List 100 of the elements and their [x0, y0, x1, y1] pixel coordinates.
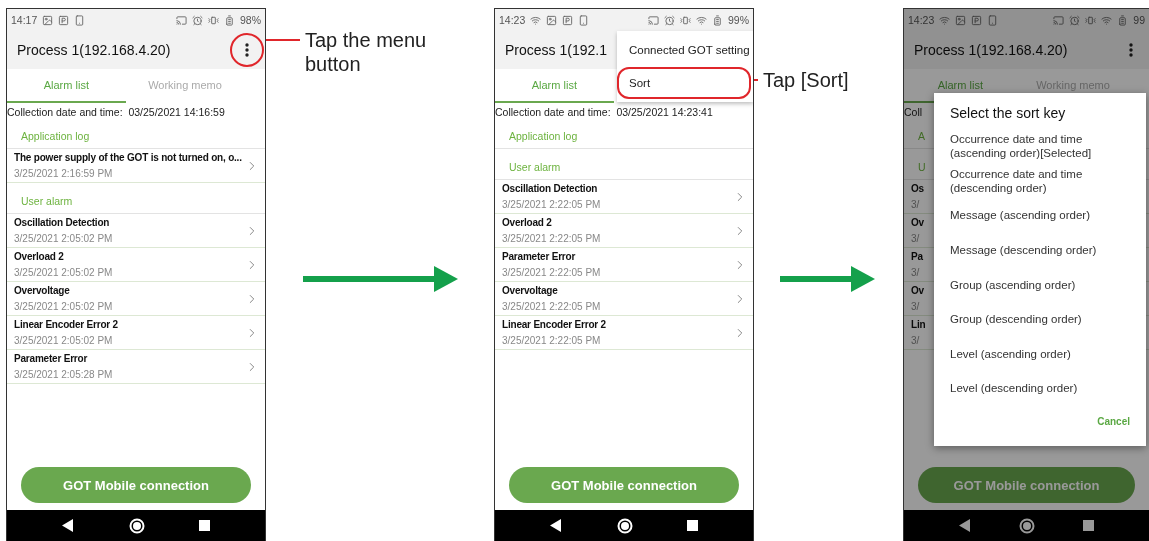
back-icon[interactable] — [62, 519, 74, 532]
more-icon — [245, 43, 249, 57]
collection-time: Coll — [904, 105, 923, 118]
menu-item[interactable]: Connected GOT setting — [617, 34, 751, 66]
sort-option[interactable]: Group (ascending order) — [950, 277, 1076, 292]
section-heading: User alarm — [7, 183, 265, 214]
home-icon[interactable] — [128, 517, 145, 534]
alarm-date: 3/25/2021 2:05:28 PM — [14, 369, 113, 380]
alarm-date: 3/ — [911, 267, 920, 278]
alarm-title: Ov — [911, 285, 924, 296]
alarm-row[interactable]: Oscillation Detection 3/25/2021 2:05:02 PM — [7, 214, 265, 248]
sort-option[interactable]: Level (descending order) — [950, 381, 1078, 396]
alarm-date: 3/25/2021 2:05:02 PM — [14, 335, 113, 346]
battery-level: 99% — [728, 14, 749, 26]
image-icon — [955, 14, 967, 26]
alarm-title: Linear Encoder Error 2 — [502, 319, 606, 330]
status-time: 14:17 — [11, 14, 38, 26]
sort-option[interactable]: Level (ascending order) — [950, 346, 1071, 361]
alarm-row[interactable]: Parameter Error 3/25/2021 2:22:05 PM — [495, 248, 753, 282]
alarm-date: 3/25/2021 2:22:05 PM — [502, 267, 601, 278]
battery-level: 99 — [1133, 14, 1145, 26]
callout-text: Tap the menu button — [305, 28, 428, 76]
alarm-title: Oscillation Detection — [14, 217, 110, 228]
collection-time: Collection date and time: 03/25/2021 14:16:59 — [7, 105, 225, 118]
alarm-icon — [664, 14, 675, 26]
sort-option[interactable]: Message (ascending order) — [950, 208, 1090, 223]
phone-icon — [74, 14, 86, 26]
alarm-date: 3/ — [911, 199, 920, 210]
alarm-title: Overvoltage — [14, 285, 70, 296]
alarm-date: 3/25/2021 2:22:05 PM — [502, 335, 601, 346]
status-time: 14:23 — [908, 14, 935, 26]
alarm-date: 3/25/2021 2:22:05 PM — [502, 301, 601, 312]
alarm-date: 3/ — [911, 335, 920, 346]
alarm-title: Oscillation Detection — [502, 183, 598, 194]
alarm-title: Parameter Error — [14, 353, 88, 364]
alarm-icon — [1069, 14, 1081, 26]
back-icon[interactable] — [959, 519, 971, 532]
home-icon[interactable] — [1019, 517, 1035, 534]
wifi-icon — [939, 14, 951, 26]
alarm-date: 3/25/2021 2:05:02 PM — [14, 301, 113, 312]
image-icon — [42, 14, 54, 26]
cast-icon — [648, 14, 659, 26]
alarm-row[interactable]: Overload 2 3/25/2021 2:05:02 PM — [7, 248, 265, 282]
alarm-title: Ov — [911, 217, 924, 228]
alarm-date: 3/25/2021 2:22:05 PM — [502, 233, 601, 244]
wifi-icon — [696, 14, 707, 26]
alarm-title: The power supply of the GOT is not turned on, o... — [14, 152, 242, 163]
phone-icon — [987, 14, 999, 26]
wifi-icon — [1101, 14, 1113, 26]
wifi-icon — [530, 14, 542, 26]
alarm-row[interactable]: Overvoltage 3/25/2021 2:22:05 PM — [495, 282, 753, 316]
alarm-title: Lin — [911, 319, 926, 330]
alarm-title: Overload 2 — [14, 251, 64, 262]
back-icon[interactable] — [550, 519, 562, 532]
alarm-row[interactable]: Overload 2 3/25/2021 2:22:05 PM — [495, 214, 753, 248]
phone-icon — [578, 14, 590, 26]
alarm-row[interactable]: Oscillation Detection 3/25/2021 2:22:05 PM — [495, 180, 753, 214]
parking-icon — [562, 14, 574, 26]
battery-icon — [1117, 14, 1129, 26]
battery-level: 98% — [240, 14, 261, 26]
leader-line — [266, 39, 300, 41]
alarm-date: 3/25/2021 2:16:59 PM — [14, 168, 113, 179]
alarm-row[interactable]: Parameter Error 3/25/2021 2:05:28 PM — [7, 350, 265, 384]
alarm-date: 3/25/2021 2:05:02 PM — [14, 233, 113, 244]
alarm-row[interactable]: Linear Encoder Error 2 3/25/2021 2:22:05 PM — [495, 316, 753, 350]
battery-icon — [224, 14, 235, 26]
callout-text: Tap [Sort] — [763, 68, 850, 92]
collection-time: Collection date and time: 03/25/2021 14:23:41 — [495, 105, 713, 118]
alarm-row[interactable]: Overvoltage 3/25/2021 2:05:02 PM — [7, 282, 265, 316]
alarm-title: Linear Encoder Error 2 — [14, 319, 118, 330]
vibrate-icon — [680, 14, 691, 26]
home-icon[interactable] — [616, 517, 633, 534]
screen-title: Process 1(192.168.4.20) — [17, 42, 171, 58]
status-time: 14:23 — [499, 14, 526, 26]
section-heading: Application log — [495, 118, 753, 149]
screen-title: Process 1(192.1 — [505, 42, 607, 58]
parking-icon — [58, 14, 70, 26]
sort-option[interactable]: Message (descending order) — [950, 243, 1097, 258]
alarm-row[interactable]: The power supply of the GOT is not turned on, o... 3/25/2021 2:16:59 PM — [7, 149, 265, 183]
vibrate-icon — [208, 14, 219, 26]
sort-option[interactable]: Group (descending order) — [950, 312, 1082, 327]
alarm-title: Overload 2 — [502, 217, 552, 228]
alarm-date: 3/ — [911, 233, 920, 244]
alarm-title: Os — [911, 183, 924, 194]
cast-icon — [176, 14, 187, 26]
section-heading: Application log — [7, 118, 265, 149]
menu-item[interactable]: Sort — [617, 67, 751, 99]
alarm-date: 3/25/2021 2:22:05 PM — [502, 199, 601, 210]
alarm-title: Parameter Error — [502, 251, 576, 262]
alarm-date: 3/ — [911, 301, 920, 312]
vibrate-icon — [1085, 14, 1097, 26]
cast-icon — [1053, 14, 1065, 26]
menu-button[interactable] — [230, 33, 264, 67]
section-heading: User alarm — [495, 149, 753, 180]
parking-icon — [971, 14, 983, 26]
alarm-row[interactable]: Linear Encoder Error 2 3/25/2021 2:05:02 PM — [7, 316, 265, 350]
image-icon — [546, 14, 558, 26]
screen-title: Process 1(192.168.4.20) — [914, 42, 1068, 58]
alarm-icon — [192, 14, 203, 26]
alarm-title: Pa — [911, 251, 923, 262]
